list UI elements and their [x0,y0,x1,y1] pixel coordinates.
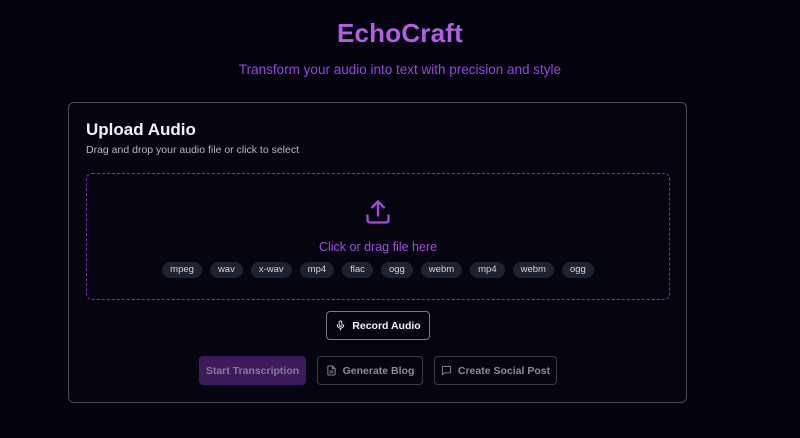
record-audio-button[interactable]: Record Audio [326,311,430,340]
app-subtitle: Transform your audio into text with prec… [238,62,562,77]
document-icon [326,365,336,376]
upload-card: Upload Audio Drag and drop your audio fi… [68,102,687,403]
card-description: Drag and drop your audio file or click t… [86,144,300,156]
file-dropzone[interactable]: Click or drag file here mpeg wav x-wav m… [86,173,670,300]
app-title: EchoCraft [336,18,464,48]
chat-bubble-icon [441,365,451,376]
dropzone-prompt: Click or drag file here [318,240,438,254]
upload-icon [366,200,390,224]
format-chip: mpeg [162,262,202,278]
format-chip: ogg [380,262,413,278]
format-chip: mp4 [299,262,335,278]
format-chip: webm [420,262,463,278]
format-chip-list: mpeg wav x-wav mp4 flac ogg webm mp4 web… [87,262,669,278]
format-chip: webm [512,262,554,278]
format-chip: ogg [561,262,594,278]
format-chip: flac [342,262,373,278]
start-transcription-button[interactable]: Start Transcription [199,356,306,385]
create-social-post-label: Create Social Post [457,364,551,377]
microphone-icon [337,320,345,331]
card-title: Upload Audio [86,120,196,139]
format-chip: x-wav [250,262,292,278]
format-chip: wav [209,262,243,278]
record-audio-label: Record Audio [352,319,421,332]
create-social-post-button[interactable]: Create Social Post [434,356,557,385]
generate-blog-button[interactable]: Generate Blog [317,356,423,385]
start-transcription-label: Start Transcription [205,364,300,377]
generate-blog-label: Generate Blog [342,364,415,377]
format-chip: mp4 [470,262,505,278]
